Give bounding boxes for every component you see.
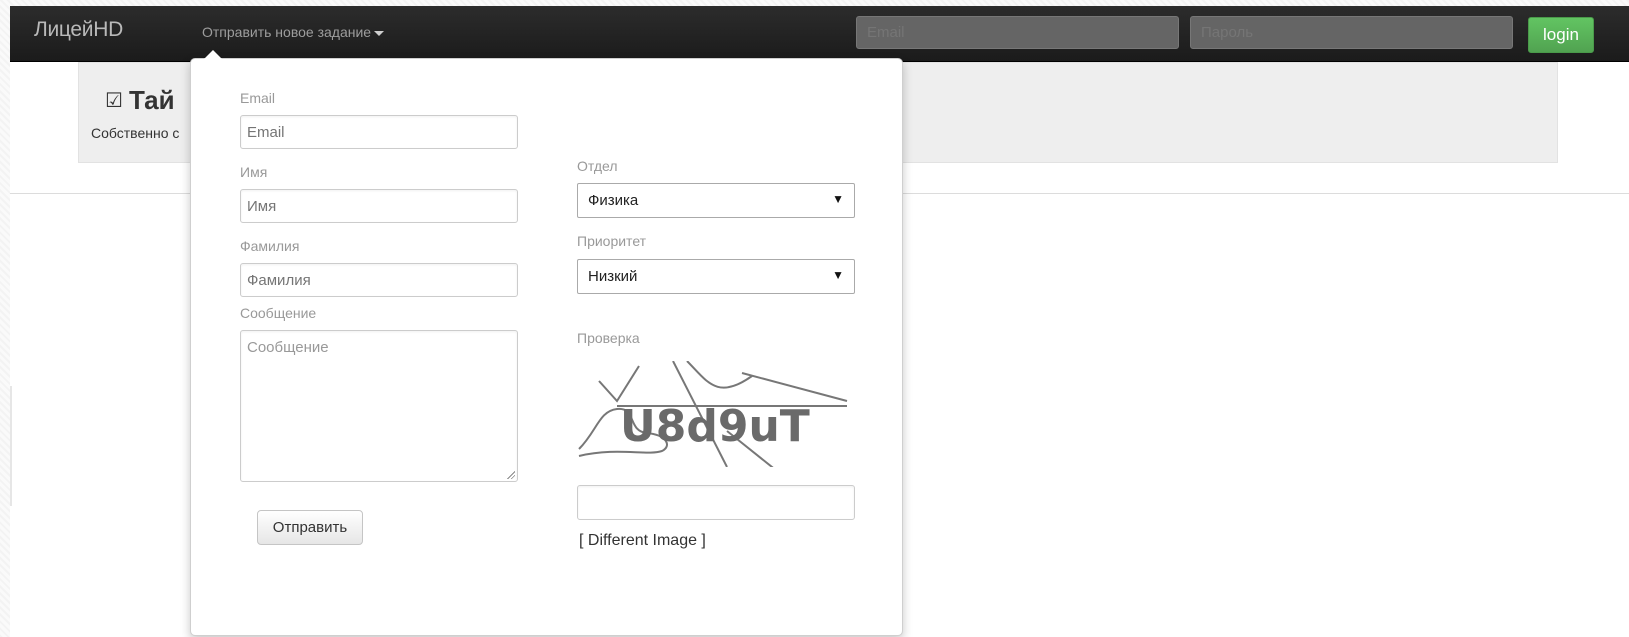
panel-pointer bbox=[204, 50, 222, 59]
email-field[interactable] bbox=[240, 115, 518, 149]
name-field[interactable] bbox=[240, 189, 518, 223]
department-selected-value: Физика bbox=[588, 192, 639, 209]
priority-label: Приоритет bbox=[577, 233, 647, 249]
priority-selected-value: Низкий bbox=[588, 268, 638, 285]
message-label: Сообщение bbox=[240, 305, 317, 321]
caret-down-icon bbox=[374, 30, 385, 36]
login-button[interactable]: login bbox=[1528, 17, 1594, 53]
triangle-down-icon: ▼ bbox=[832, 268, 844, 282]
surname-field[interactable] bbox=[240, 263, 518, 297]
hero-title-text: Тай bbox=[128, 85, 175, 115]
brand-logo[interactable]: ЛицейHD bbox=[34, 18, 123, 42]
triangle-down-icon: ▼ bbox=[832, 192, 844, 206]
submit-button[interactable]: Отправить bbox=[257, 510, 363, 545]
check-square-icon: ☑ bbox=[105, 90, 123, 112]
navbar-email-input[interactable] bbox=[856, 16, 1179, 49]
captcha-label: Проверка bbox=[577, 330, 640, 346]
surname-label: Фамилия bbox=[240, 238, 300, 254]
priority-select[interactable]: Низкий ▼ bbox=[577, 259, 855, 294]
captcha-text: U8d9uT bbox=[620, 401, 810, 452]
message-placeholder: Сообщение bbox=[247, 339, 329, 356]
navbar: ЛицейHD Отправить новое задание login bbox=[10, 6, 1629, 62]
email-label: Email bbox=[240, 90, 276, 106]
navbar-password-input[interactable] bbox=[1190, 16, 1513, 49]
new-task-dropdown[interactable]: Отправить новое задание bbox=[202, 24, 385, 40]
hero-text: Собственно с bbox=[91, 125, 180, 141]
captcha-input[interactable] bbox=[577, 485, 855, 520]
left-edge-mark bbox=[10, 386, 12, 506]
different-image-link[interactable]: [ Different Image ] bbox=[579, 532, 706, 550]
hero-title: ☑ Тай bbox=[105, 85, 175, 116]
department-label: Отдел bbox=[577, 158, 618, 174]
new-task-dropdown-label: Отправить новое задание bbox=[202, 24, 372, 40]
name-label: Имя bbox=[240, 164, 268, 180]
captcha-image: U8d9uT bbox=[577, 360, 853, 472]
message-textarea[interactable]: Сообщение bbox=[240, 330, 518, 482]
page: ЛицейHD Отправить новое задание login ☑Т… bbox=[10, 6, 1629, 637]
resize-handle-icon[interactable] bbox=[506, 470, 515, 479]
department-select[interactable]: Физика ▼ bbox=[577, 183, 855, 218]
